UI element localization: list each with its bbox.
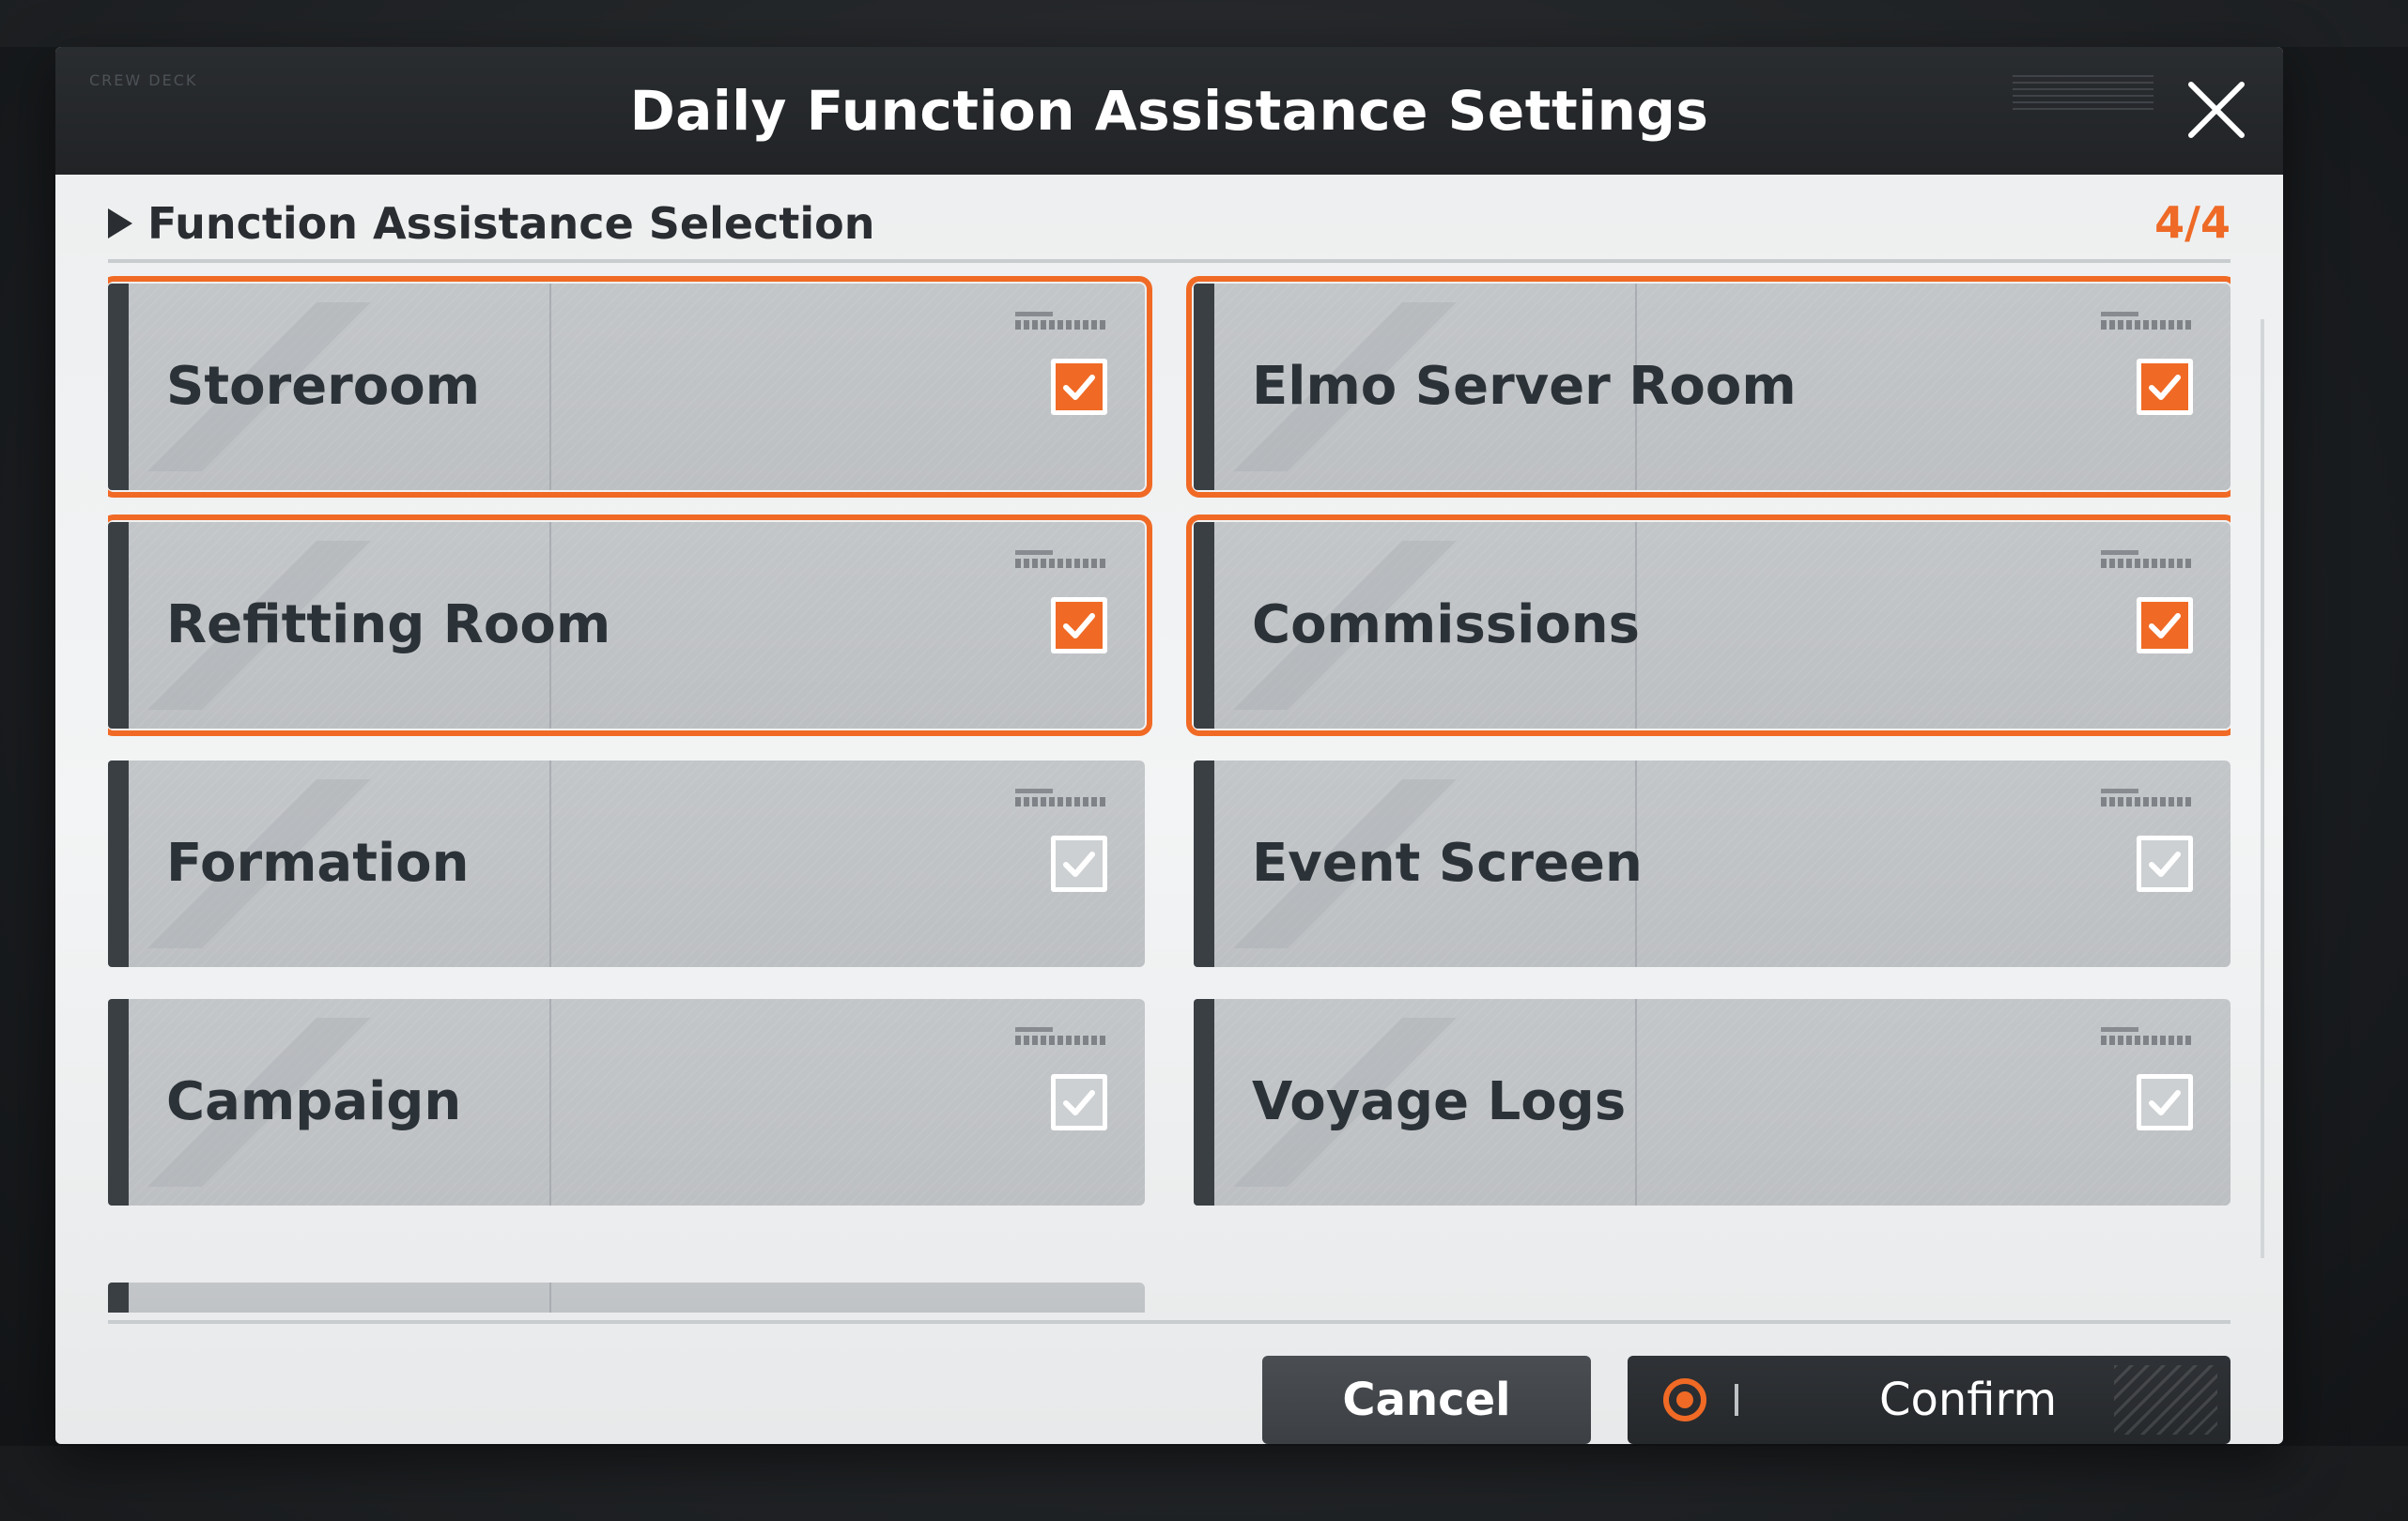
confirm-button[interactable]: Confirm: [1628, 1356, 2230, 1444]
card-accent-bar: [1194, 999, 1214, 1206]
checkmark-icon: [2149, 852, 2181, 877]
option-label: Campaign: [166, 1071, 462, 1132]
confirm-separator: [1735, 1384, 1738, 1416]
option-commissions[interactable]: Commissions: [1186, 515, 2230, 736]
close-icon: [2188, 82, 2245, 138]
card-accent-bar: [1194, 522, 1214, 729]
checkmark-icon: [1063, 375, 1095, 400]
card-code-decoration: [1015, 550, 1107, 575]
card-code-decoration: [2101, 312, 2193, 336]
checkmark-icon: [1063, 852, 1095, 877]
option-checkbox[interactable]: [1051, 359, 1107, 415]
card-code-decoration: [2101, 550, 2193, 575]
option-voyage-logs[interactable]: Voyage Logs: [1194, 999, 2230, 1206]
option-campaign[interactable]: Campaign: [108, 999, 1145, 1206]
cancel-label: Cancel: [1342, 1374, 1511, 1426]
option-checkbox[interactable]: [1051, 597, 1107, 653]
option-partial-card[interactable]: [108, 1283, 1145, 1313]
option-checkbox[interactable]: [1051, 836, 1107, 892]
card-code-decoration: [2101, 789, 2193, 813]
checkmark-icon: [2149, 613, 2181, 638]
option-label: Storeroom: [166, 356, 481, 417]
card-divider: [549, 999, 551, 1206]
card-code-decoration: [1015, 789, 1107, 813]
card-code-decoration: [2101, 1027, 2193, 1052]
option-formation[interactable]: Formation: [108, 760, 1145, 967]
option-elmo-server-room[interactable]: Elmo Server Room: [1186, 276, 2230, 498]
option-label: Commissions: [1252, 594, 1640, 655]
option-label: Voyage Logs: [1252, 1071, 1627, 1132]
card-accent-bar: [108, 999, 129, 1206]
card-divider: [1635, 999, 1637, 1206]
option-label: Event Screen: [1252, 833, 1643, 894]
close-button[interactable]: [2184, 77, 2249, 143]
dialog-title: Daily Function Assistance Settings: [629, 79, 1709, 143]
option-checkbox[interactable]: [1051, 1074, 1107, 1130]
option-label: Elmo Server Room: [1252, 356, 1797, 417]
card-accent-bar: [108, 760, 129, 967]
options-grid: Storeroom Elmo Server Room Refitting Roo…: [108, 272, 2230, 1313]
background-top: [0, 0, 2408, 47]
selection-count: 4/4: [2154, 197, 2230, 248]
checkmark-icon: [1063, 1090, 1095, 1115]
card-divider: [549, 284, 551, 490]
checkmark-icon: [2149, 1090, 2181, 1115]
section-title: Function Assistance Selection: [147, 198, 875, 249]
confirm-decoration: [2114, 1365, 2217, 1435]
section-header: Function Assistance Selection: [108, 195, 874, 252]
settings-dialog: CREW DECK Daily Function Assistance Sett…: [55, 47, 2283, 1444]
section-divider: [108, 259, 2230, 263]
card-divider: [549, 1283, 551, 1313]
card-accent-bar: [108, 284, 129, 490]
option-refitting-room[interactable]: Refitting Room: [108, 515, 1152, 736]
option-checkbox[interactable]: [2137, 1074, 2193, 1130]
triangle-right-icon: [108, 208, 132, 238]
card-accent-bar: [108, 1283, 129, 1313]
card-code-decoration: [1015, 312, 1107, 336]
card-accent-bar: [108, 522, 129, 729]
option-event-screen[interactable]: Event Screen: [1194, 760, 2230, 967]
option-storeroom[interactable]: Storeroom: [108, 276, 1152, 498]
cancel-button[interactable]: Cancel: [1262, 1356, 1591, 1444]
confirm-target-icon: [1661, 1376, 1708, 1423]
checkmark-icon: [1063, 613, 1095, 638]
dialog-header: CREW DECK Daily Function Assistance Sett…: [55, 47, 2283, 175]
option-label: Formation: [166, 833, 470, 894]
confirm-label: Confirm: [1879, 1374, 2058, 1426]
option-checkbox[interactable]: [2137, 597, 2193, 653]
card-accent-bar: [1194, 760, 1214, 967]
card-accent-bar: [1194, 284, 1214, 490]
bottom-divider: [108, 1320, 2230, 1324]
option-checkbox[interactable]: [2137, 359, 2193, 415]
card-code-decoration: [1015, 1027, 1107, 1052]
background-bottom: [0, 1446, 2408, 1521]
option-label: Refitting Room: [166, 594, 611, 655]
card-divider: [549, 760, 551, 967]
checkmark-icon: [2149, 375, 2181, 400]
scrollbar-track[interactable]: [2261, 319, 2264, 1258]
option-checkbox[interactable]: [2137, 836, 2193, 892]
